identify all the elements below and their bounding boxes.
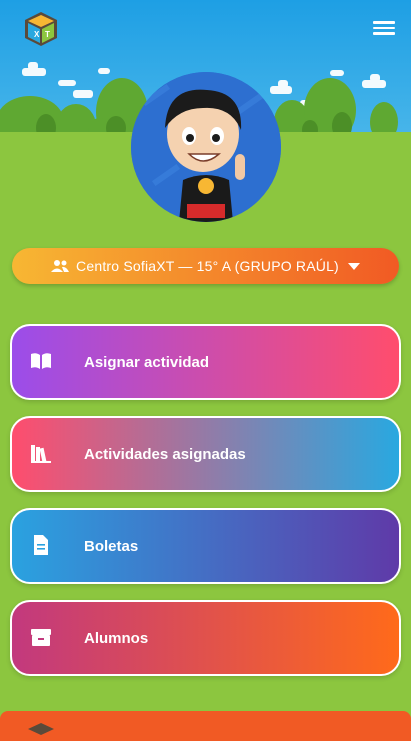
- sofiaxt-footer-logo-icon: [28, 723, 54, 735]
- assigned-activities-label: Actividades asignadas: [84, 446, 246, 463]
- footer-bar: [0, 711, 411, 741]
- report-cards-button[interactable]: Boletas: [10, 508, 401, 584]
- group-selector[interactable]: Centro SofiaXT — 15° A (GRUPO RAÚL): [12, 248, 399, 284]
- file-document-icon: [34, 535, 48, 555]
- report-cards-label: Boletas: [84, 538, 139, 555]
- top-bar: X T: [0, 0, 411, 56]
- books-icon: [31, 445, 51, 463]
- students-button[interactable]: Alumnos: [10, 600, 401, 676]
- book-open-icon: [31, 353, 51, 369]
- hamburger-menu-icon[interactable]: [373, 18, 395, 38]
- users-icon: [51, 260, 70, 272]
- group-selector-label: Centro SofiaXT — 15° A (GRUPO RAÚL): [76, 258, 339, 274]
- assigned-activities-button[interactable]: Actividades asignadas: [10, 416, 401, 492]
- inbox-box-icon: [31, 629, 51, 646]
- cartoon-boy-avatar: [131, 72, 281, 222]
- svg-text:X: X: [34, 30, 40, 39]
- sofiaxt-cube-logo-icon[interactable]: X T: [22, 10, 60, 48]
- svg-text:T: T: [45, 30, 50, 39]
- caret-down-icon: [347, 262, 360, 270]
- students-label: Alumnos: [84, 630, 149, 647]
- assign-activity-button[interactable]: Asignar actividad: [10, 324, 401, 400]
- assign-activity-label: Asignar actividad: [84, 354, 210, 371]
